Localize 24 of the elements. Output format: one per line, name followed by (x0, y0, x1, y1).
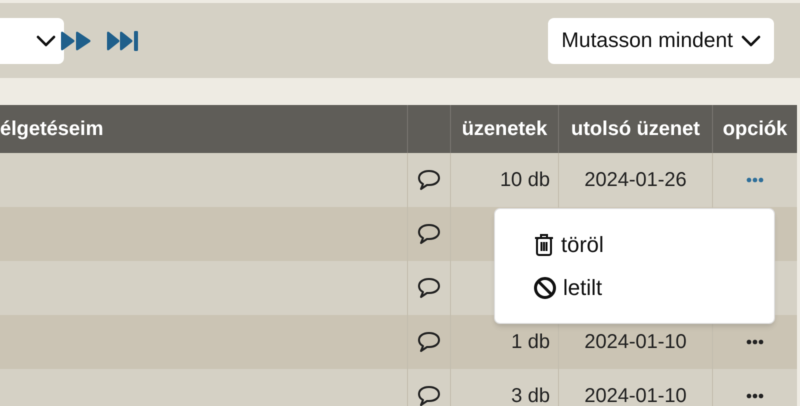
more-options-icon[interactable] (746, 339, 764, 345)
skip-to-end-icon[interactable] (106, 30, 139, 52)
message-count: 10 db (500, 170, 550, 190)
chevron-down-icon (36, 34, 56, 46)
trash-icon (533, 232, 555, 256)
menu-item[interactable]: töröl (533, 228, 774, 261)
filter-select[interactable]: Mutasson mindent (548, 18, 774, 64)
page-size-select[interactable] (0, 18, 64, 64)
column-header: élgetéseim (0, 117, 104, 142)
last-message-date: 2024-01-10 (584, 386, 687, 406)
prohibited-icon (533, 276, 557, 300)
speech-bubble-icon[interactable] (417, 277, 441, 299)
message-count: 3 db (511, 386, 550, 406)
chevron-down-icon (741, 34, 761, 46)
message-count: 1 db (511, 332, 550, 352)
speech-bubble-icon[interactable] (417, 385, 441, 406)
more-options-icon[interactable] (746, 393, 764, 399)
menu-item[interactable]: letilt (533, 271, 774, 304)
speech-bubble-icon[interactable] (417, 223, 441, 245)
speech-bubble-icon[interactable] (417, 169, 441, 191)
last-message-date: 2024-01-10 (584, 332, 687, 352)
fast-forward-icon[interactable] (60, 30, 92, 52)
speech-bubble-icon[interactable] (417, 331, 441, 353)
last-message-date: 2024-01-26 (584, 170, 687, 190)
